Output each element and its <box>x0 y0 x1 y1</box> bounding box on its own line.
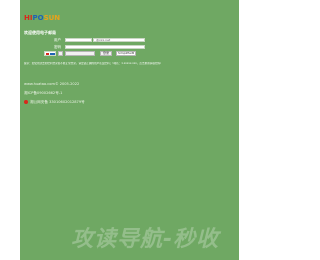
watermark: 攻读导航-秒收 <box>71 227 220 252</box>
chevron-down-icon: ▾ <box>132 51 134 55</box>
captcha-input[interactable] <box>65 51 95 56</box>
login-notice: 提示：若使用过去的密码登录而不能正常登录，请尝试正确的用户名及密码；（域名：1.… <box>24 62 163 65</box>
login-button[interactable]: 登录 <box>100 51 112 56</box>
captcha-mark-1 <box>46 53 49 55</box>
password-label: 密码 <box>54 45 61 49</box>
footer-police-link[interactable]: 湘公网安备 33010602012879号 <box>24 100 85 105</box>
logo-part-1: HI <box>24 14 33 22</box>
logo-part-3: SUN <box>43 14 61 22</box>
user-suffix: @xxx.net <box>93 38 145 42</box>
logo: HI PO SUN <box>24 13 60 23</box>
footer-icp-link[interactable]: 湘ICP备09002662号-1 <box>24 91 62 96</box>
welcome-title: 欢迎使用电子邮局 <box>24 30 56 35</box>
password-input[interactable] <box>65 45 145 49</box>
captcha-mark-2 <box>50 53 55 55</box>
user-label: 用户 <box>54 38 61 42</box>
captcha-refresh-button[interactable] <box>58 51 63 56</box>
police-badge-icon <box>24 100 28 104</box>
language-select-value: Simplified <box>118 51 133 55</box>
language-select[interactable]: Simplified ▾ <box>116 51 136 56</box>
footer-domain: www.huatao.com© 2005-2022 <box>24 82 80 86</box>
captcha-image[interactable] <box>44 51 56 56</box>
logo-part-2: PO <box>32 14 44 22</box>
user-input[interactable] <box>65 38 92 42</box>
footer-police-text: 湘公网安备 33010602012879号 <box>30 100 85 104</box>
